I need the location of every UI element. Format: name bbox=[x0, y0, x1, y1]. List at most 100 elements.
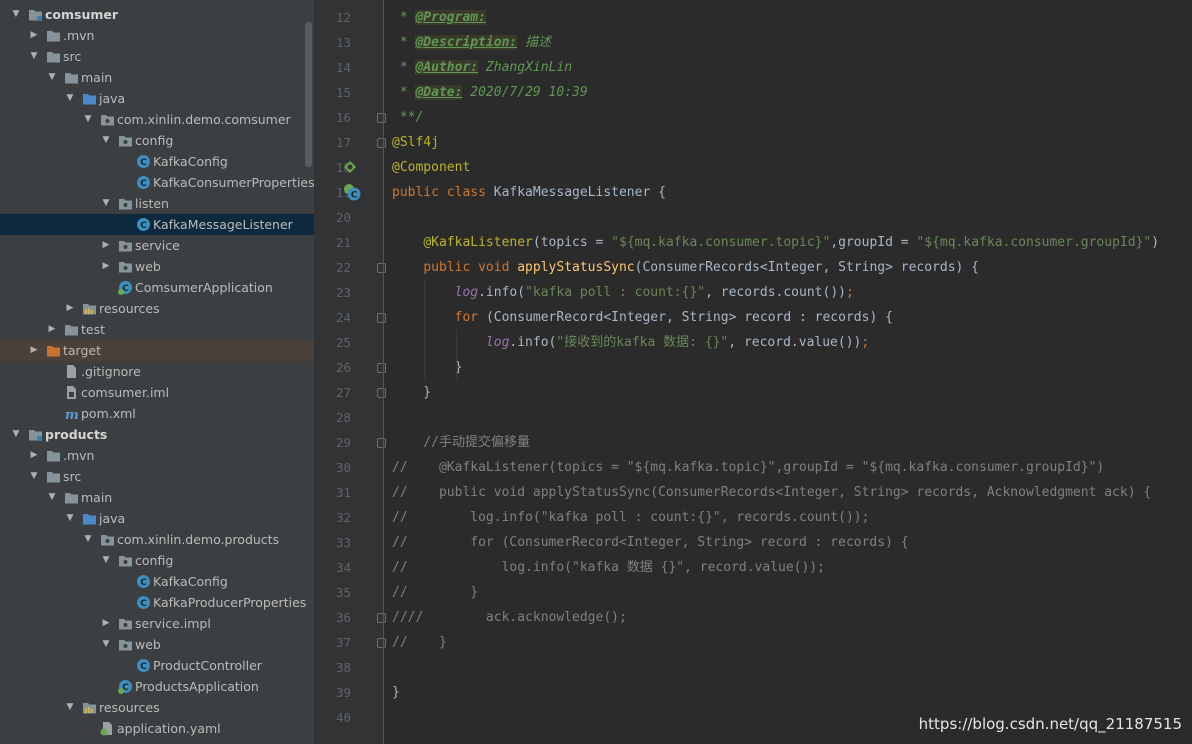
code-line[interactable]: } bbox=[392, 355, 463, 380]
tree-item[interactable]: comsumer.iml bbox=[0, 382, 314, 403]
tree-item[interactable]: m pom.xml bbox=[0, 403, 314, 424]
tree-item[interactable]: C ProductsApplication bbox=[0, 676, 314, 697]
expand-arrow-icon[interactable]: ▼ bbox=[64, 88, 76, 109]
code-token: @Slf4j bbox=[392, 135, 439, 150]
collapse-arrow-icon[interactable]: ▶ bbox=[28, 340, 40, 361]
tree-item[interactable]: C KafkaMessageListener bbox=[0, 214, 314, 235]
collapse-arrow-icon[interactable]: ▶ bbox=[64, 298, 76, 319]
tree-item[interactable]: C KafkaConfig bbox=[0, 571, 314, 592]
tree-item[interactable]: ▼ com.xinlin.demo.products bbox=[0, 529, 314, 550]
tree-item[interactable]: C KafkaConfig bbox=[0, 151, 314, 172]
expand-arrow-icon[interactable]: ▼ bbox=[10, 4, 22, 25]
tree-item[interactable]: ▼ java bbox=[0, 88, 314, 109]
folder-icon bbox=[64, 70, 79, 85]
expand-arrow-icon[interactable]: ▼ bbox=[46, 67, 58, 88]
code-line[interactable]: //// ack.acknowledge(); bbox=[392, 605, 627, 630]
code-line[interactable]: public class KafkaMessageListener { bbox=[392, 180, 666, 205]
expand-arrow-icon[interactable]: ▼ bbox=[64, 508, 76, 529]
collapse-arrow-icon[interactable]: ▶ bbox=[100, 235, 112, 256]
code-line[interactable]: log.info("kafka poll : count:{}", record… bbox=[392, 280, 854, 305]
tree-item[interactable]: ▼ config bbox=[0, 550, 314, 571]
editor-gutter[interactable]: 12 13 14 15 16 17 18 19 20 21 22 23 24 25 26 27 28 29 30 31… bbox=[315, 0, 386, 744]
code-editor[interactable]: * @Program: * @Description: 描述 * @Author… bbox=[384, 0, 1192, 744]
code-line[interactable]: @Component bbox=[392, 155, 470, 180]
project-tree[interactable]: ▼ comsumer ▶ .mvn ▼ src ▼ main ▼ java ▼ com.xinlin.… bbox=[0, 0, 314, 744]
tree-item[interactable]: ▶ service.impl bbox=[0, 613, 314, 634]
tree-item[interactable]: ▼ com.xinlin.demo.comsumer bbox=[0, 109, 314, 130]
expand-arrow-icon[interactable]: ▼ bbox=[100, 130, 112, 151]
tree-item[interactable]: ▼ web bbox=[0, 634, 314, 655]
code-line[interactable]: * @Author: ZhangXinLin bbox=[392, 55, 572, 80]
expand-arrow-icon[interactable]: ▼ bbox=[64, 697, 76, 718]
tree-item[interactable]: ▼ resources bbox=[0, 697, 314, 718]
code-line[interactable]: // log.info("kafka poll : count:{}", rec… bbox=[392, 505, 869, 530]
code-line[interactable]: public void applyStatusSync(ConsumerReco… bbox=[392, 255, 979, 280]
code-line[interactable]: // for (ConsumerRecord<Integer, String> … bbox=[392, 530, 909, 555]
tree-item[interactable]: ▶ web bbox=[0, 256, 314, 277]
tree-item[interactable]: ▼ src bbox=[0, 466, 314, 487]
spring-bean-icon[interactable] bbox=[343, 159, 357, 178]
indent-guide bbox=[424, 280, 425, 380]
code-line[interactable]: @KafkaListener(topics = "${mq.kafka.cons… bbox=[392, 230, 1159, 255]
expand-arrow-icon[interactable]: ▼ bbox=[28, 46, 40, 67]
tree-item[interactable]: ▼ java bbox=[0, 508, 314, 529]
code-line[interactable]: // @KafkaListener(topics = "${mq.kafka.t… bbox=[392, 455, 1104, 480]
collapse-arrow-icon[interactable]: ▶ bbox=[100, 256, 112, 277]
class-icon: C bbox=[136, 574, 151, 589]
collapse-arrow-icon[interactable]: ▶ bbox=[28, 445, 40, 466]
expand-arrow-icon[interactable]: ▼ bbox=[28, 466, 40, 487]
collapse-arrow-icon[interactable]: ▶ bbox=[28, 25, 40, 46]
tree-item[interactable]: ▶ service bbox=[0, 235, 314, 256]
code-line[interactable]: } bbox=[392, 680, 400, 705]
code-line[interactable]: for (ConsumerRecord<Integer, String> rec… bbox=[392, 305, 893, 330]
tree-item[interactable]: .gitignore bbox=[0, 361, 314, 382]
tree-item[interactable]: C ComsumerApplication bbox=[0, 277, 314, 298]
tree-scrollbar[interactable] bbox=[305, 22, 312, 167]
tree-item[interactable]: ▶ test bbox=[0, 319, 314, 340]
collapse-arrow-icon[interactable]: ▶ bbox=[46, 319, 58, 340]
tree-item[interactable]: application.yaml bbox=[0, 718, 314, 739]
tree-item[interactable]: C KafkaConsumerProperties bbox=[0, 172, 314, 193]
expand-arrow-icon[interactable]: ▼ bbox=[82, 109, 94, 130]
tree-item[interactable]: C ProductController bbox=[0, 655, 314, 676]
collapse-arrow-icon[interactable]: ▶ bbox=[100, 613, 112, 634]
code-line[interactable]: //手动提交偏移量 bbox=[392, 430, 530, 455]
code-line[interactable]: * @Program: bbox=[392, 5, 486, 30]
tree-item[interactable]: ▼ src bbox=[0, 46, 314, 67]
code-line[interactable]: // } bbox=[392, 580, 478, 605]
tree-item[interactable]: ▶ .mvn bbox=[0, 25, 314, 46]
tree-item[interactable]: ▼ products bbox=[0, 424, 314, 445]
tree-item[interactable]: ▶ .mvn bbox=[0, 445, 314, 466]
code-line[interactable]: // public void applyStatusSync(ConsumerR… bbox=[392, 480, 1151, 505]
expand-arrow-icon[interactable]: ▼ bbox=[82, 529, 94, 550]
code-token: .info( bbox=[478, 285, 526, 300]
tree-item[interactable]: ▼ config bbox=[0, 130, 314, 151]
tree-item[interactable]: ▼ main bbox=[0, 67, 314, 88]
spring-class-gutter-icon[interactable]: C bbox=[343, 183, 361, 205]
tree-item[interactable]: ▶ resources bbox=[0, 298, 314, 319]
code-line[interactable]: **/ bbox=[392, 105, 424, 130]
code-line[interactable]: * @Description: 描述 bbox=[392, 30, 551, 55]
folder-icon bbox=[46, 49, 61, 64]
expand-arrow-icon[interactable]: ▼ bbox=[100, 550, 112, 571]
expand-arrow-icon[interactable]: ▼ bbox=[10, 424, 22, 445]
tree-item[interactable]: ▼ comsumer bbox=[0, 4, 314, 25]
code-line[interactable]: * @Date: 2020/7/29 10:39 bbox=[392, 80, 588, 105]
code-line[interactable]: @Slf4j bbox=[392, 130, 439, 155]
tree-item[interactable]: C KafkaProducerProperties bbox=[0, 592, 314, 613]
code-line[interactable]: // log.info("kafka 数据 {}", record.value(… bbox=[392, 555, 825, 580]
expand-arrow-icon[interactable]: ▼ bbox=[100, 634, 112, 655]
line-number: 21 bbox=[335, 235, 351, 250]
tree-item[interactable]: ▼ main bbox=[0, 487, 314, 508]
expand-arrow-icon[interactable]: ▼ bbox=[46, 487, 58, 508]
expand-arrow-icon[interactable]: ▼ bbox=[100, 193, 112, 214]
tree-item-label: com.xinlin.demo.comsumer bbox=[117, 112, 291, 127]
tree-item[interactable]: ▼ listen bbox=[0, 193, 314, 214]
tree-item[interactable]: ▶ target bbox=[0, 340, 314, 361]
code-token: // public void applyStatusSync(ConsumerR… bbox=[392, 485, 1152, 500]
code-line[interactable]: // } bbox=[392, 630, 447, 655]
code-line[interactable]: log.info("接收到的kafka 数据: {}", record.valu… bbox=[392, 330, 869, 355]
code-line[interactable]: } bbox=[392, 380, 431, 405]
code-token: //手动提交偏移量 bbox=[392, 435, 530, 450]
